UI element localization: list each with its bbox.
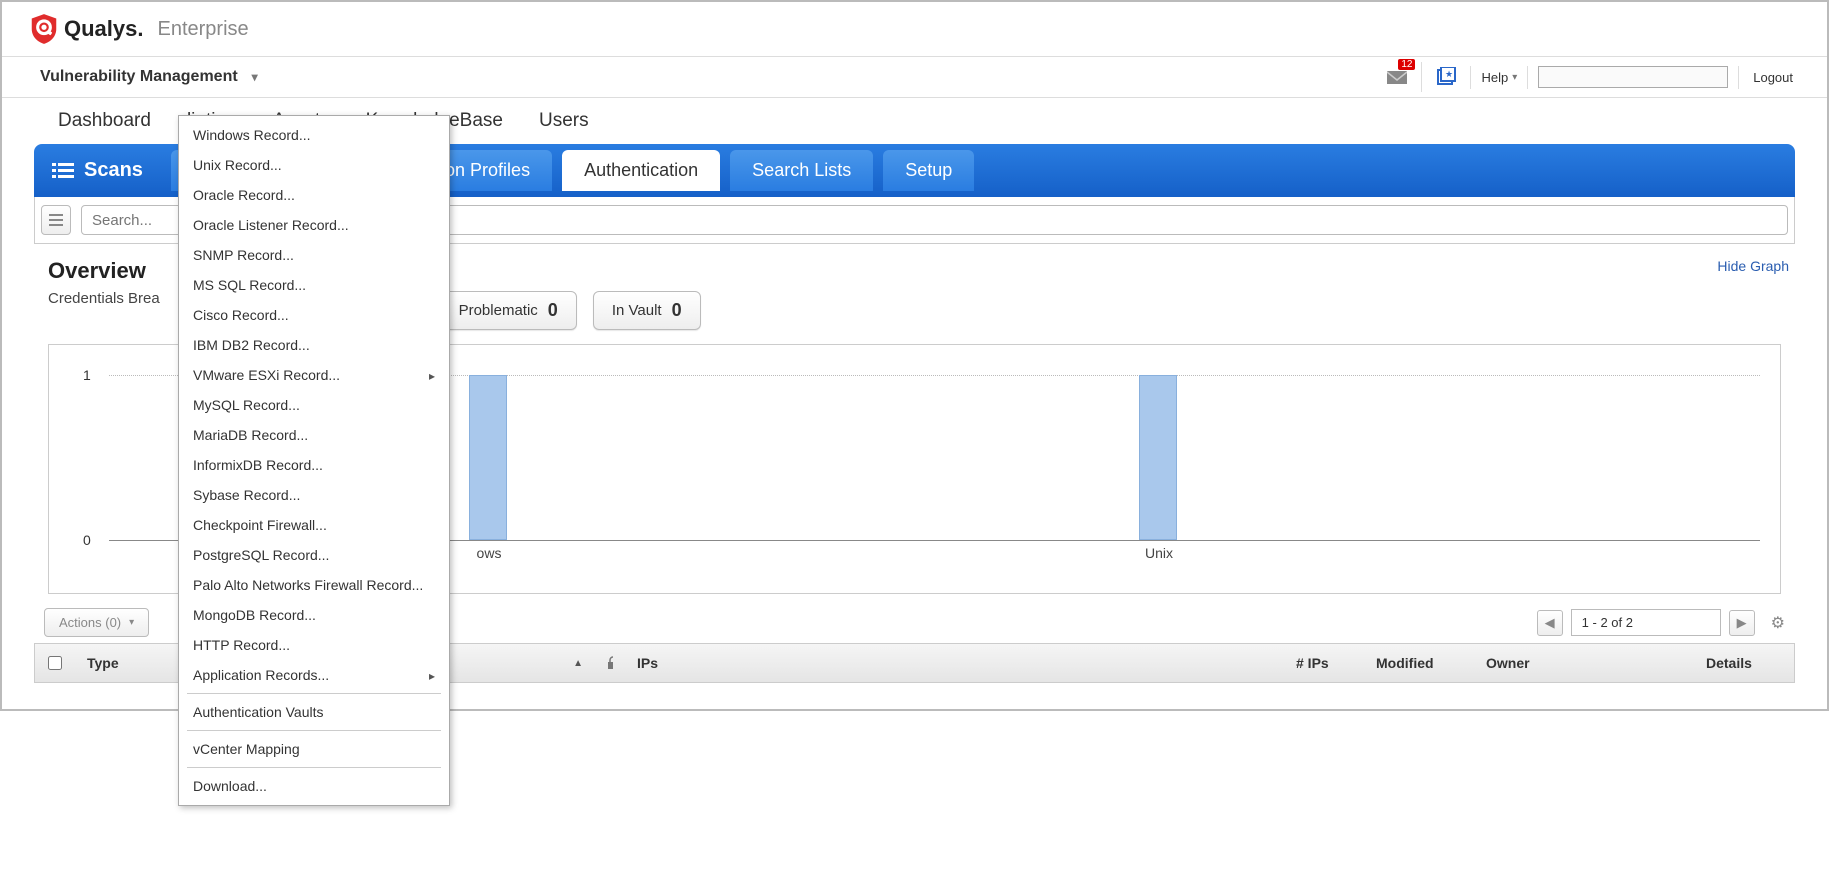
tab-authentication[interactable]: Authentication: [562, 150, 720, 191]
menu-item[interactable]: InformixDB Record...: [179, 450, 449, 480]
notification-badge: 12: [1398, 59, 1415, 70]
module-name: Vulnerability Management: [40, 68, 238, 86]
overview-title: Overview: [48, 258, 160, 284]
col-details[interactable]: Details: [1694, 655, 1794, 671]
lock-icon: [607, 656, 613, 670]
menu-item[interactable]: vCenter Mapping: [179, 734, 449, 764]
module-bar: Vulnerability Management ▾ 12 ★ Help ▾ L…: [2, 56, 1827, 98]
chart-bar[interactable]: [1139, 375, 1177, 540]
chart-bar[interactable]: [469, 375, 507, 540]
module-selector[interactable]: Vulnerability Management ▾: [22, 68, 276, 86]
menu-item[interactable]: SNMP Record...: [179, 240, 449, 270]
scans-section[interactable]: Scans: [46, 153, 161, 188]
brand-edition: Enterprise: [157, 18, 248, 41]
menu-item[interactable]: Oracle Record...: [179, 180, 449, 210]
apps-icon[interactable]: ★: [1432, 63, 1460, 91]
y-tick: 0: [83, 532, 91, 548]
menu-item[interactable]: MySQL Record...: [179, 390, 449, 420]
menu-item[interactable]: MariaDB Record...: [179, 420, 449, 450]
menu-item[interactable]: VMware ESXi Record...: [179, 360, 449, 390]
menu-item[interactable]: PostgreSQL Record...: [179, 540, 449, 570]
hide-graph-link[interactable]: Hide Graph: [1717, 258, 1789, 274]
y-tick: 1: [83, 367, 91, 383]
menu-item[interactable]: Checkpoint Firewall...: [179, 510, 449, 540]
menu-item[interactable]: Oracle Listener Record...: [179, 210, 449, 240]
chevron-down-icon: ▾: [1512, 72, 1517, 83]
nav-item[interactable]: Dashboard: [58, 110, 151, 132]
menu-item[interactable]: MS SQL Record...: [179, 270, 449, 300]
tab-setup[interactable]: Setup: [883, 150, 974, 191]
overview-subtitle: Credentials Brea: [48, 290, 160, 307]
col-lock[interactable]: [595, 656, 625, 670]
menu-item[interactable]: HTTP Record...: [179, 630, 449, 660]
chart-category: ows: [477, 545, 502, 561]
list-view-button[interactable]: [41, 205, 71, 235]
top-search-input[interactable]: [1538, 66, 1728, 88]
list-icon: [52, 162, 74, 180]
list-icon: [49, 214, 63, 226]
pager-range[interactable]: 1 - 2 of 2: [1571, 609, 1721, 636]
filter-in-vault[interactable]: In Vault0: [593, 291, 701, 330]
col-modified[interactable]: Modified: [1364, 655, 1474, 671]
chevron-down-icon: ▾: [129, 617, 134, 628]
qualys-shield-icon: [30, 13, 58, 45]
menu-item[interactable]: Unix Record...: [179, 150, 449, 180]
sort-asc-icon: ▲: [573, 658, 583, 669]
pager-prev[interactable]: ◀: [1537, 610, 1563, 636]
chevron-down-icon: ▾: [252, 70, 258, 84]
menu-item[interactable]: Windows Record...: [179, 120, 449, 150]
nav-item[interactable]: Users: [539, 110, 589, 132]
gear-icon[interactable]: ⚙: [1771, 613, 1785, 633]
menu-item[interactable]: MongoDB Record...: [179, 600, 449, 630]
brand-name: Qualys.: [64, 16, 143, 42]
brand-bar: Qualys. Enterprise: [2, 2, 1827, 56]
logo: Qualys. Enterprise: [30, 13, 249, 45]
chart-category: Unix: [1145, 545, 1173, 561]
help-menu[interactable]: Help ▾: [1470, 66, 1528, 89]
svg-text:★: ★: [1445, 69, 1453, 79]
notifications-icon[interactable]: 12: [1383, 63, 1411, 91]
menu-item[interactable]: Cisco Record...: [179, 300, 449, 330]
logout-link[interactable]: Logout: [1738, 66, 1807, 89]
menu-item[interactable]: Sybase Record...: [179, 480, 449, 510]
menu-item[interactable]: Authentication Vaults: [179, 697, 449, 727]
submenu-arrow-icon: [429, 367, 435, 383]
select-all-checkbox[interactable]: [48, 656, 62, 670]
menu-item[interactable]: IBM DB2 Record...: [179, 330, 449, 360]
filter-problematic[interactable]: Problematic0: [440, 291, 577, 330]
submenu-arrow-icon: [429, 667, 435, 683]
col-owner[interactable]: Owner: [1474, 655, 1694, 671]
menu-item[interactable]: Application Records...: [179, 660, 449, 690]
tab-search-lists[interactable]: Search Lists: [730, 150, 873, 191]
pager-next[interactable]: ▶: [1729, 610, 1755, 636]
new-record-menu: Windows Record...Unix Record...Oracle Re…: [178, 115, 450, 806]
menu-item[interactable]: Download...: [179, 771, 449, 801]
col-ips[interactable]: IPs: [625, 655, 1284, 671]
col-num-ips[interactable]: # IPs: [1284, 655, 1364, 671]
actions-dropdown[interactable]: Actions (0) ▾: [44, 608, 149, 637]
menu-item[interactable]: Palo Alto Networks Firewall Record...: [179, 570, 449, 600]
